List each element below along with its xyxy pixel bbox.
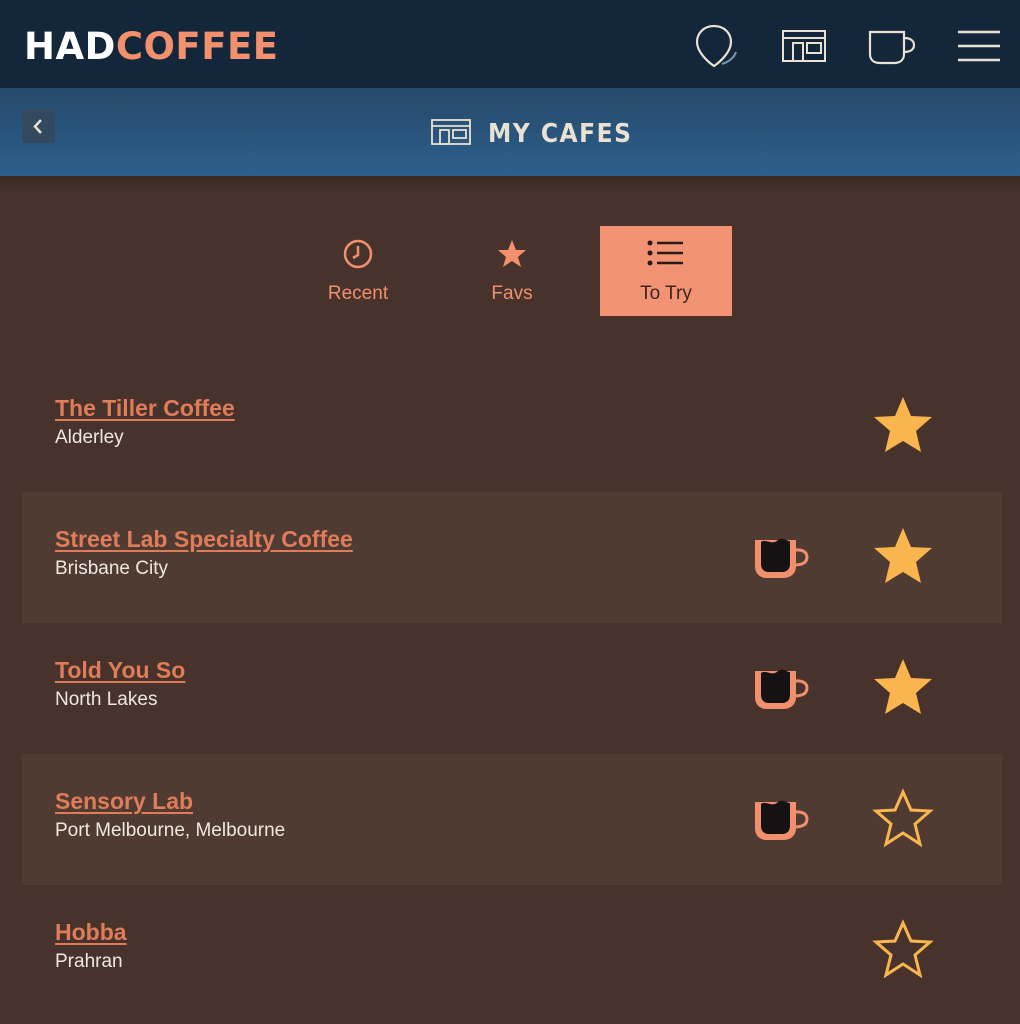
logo-text-coffee: COFFEE [115,25,279,68]
had-coffee-cup-icon[interactable] [752,667,812,716]
star-outline-icon[interactable] [872,788,934,853]
star-filled-icon[interactable] [872,526,934,591]
cafe-location: Brisbane City [55,558,168,579]
clock-icon [342,238,374,275]
app-logo[interactable]: HADCOFFEE [24,24,279,70]
cafe-name-link[interactable]: Sensory Lab [55,788,193,815]
tab-label: To Try [640,283,692,304]
star-filled-icon[interactable] [872,395,934,460]
cafe-name-link[interactable]: The Tiller Coffee [55,395,235,422]
back-button[interactable] [22,110,55,143]
list-item: Hobba Prahran [22,885,1002,1016]
tab-label: Favs [491,283,533,304]
star-filled-icon[interactable] [872,657,934,722]
star-outline-icon[interactable] [872,919,934,984]
cafe-location: Prahran [55,951,123,972]
header-shadow [0,176,1020,196]
cafe-storefront-icon [430,117,472,152]
chevron-left-icon [33,119,42,134]
cafe-storefront-icon[interactable] [780,26,828,71]
page-title-text: MY CAFES [488,119,633,149]
list-item: Told You So North Lakes [22,623,1002,754]
coffee-cup-icon[interactable] [866,26,918,71]
location-pin-icon[interactable] [692,22,740,75]
tab-label: Recent [327,283,389,304]
cafe-location: Alderley [55,427,124,448]
list-item: The Tiller Coffee Alderley [22,361,1002,492]
list-item: Sensory Lab Port Melbourne, Melbourne [22,754,1002,885]
cafe-location: Port Melbourne, Melbourne [55,820,286,841]
tab-to-try[interactable]: To Try [600,226,732,316]
cafe-name-link[interactable]: Street Lab Specialty Coffee [55,526,353,553]
cafe-name-link[interactable]: Told You So [55,657,185,684]
star-icon [496,238,528,275]
page-title: MY CAFES [430,112,632,156]
list-icon [647,238,685,273]
cafe-name-link[interactable]: Hobba [55,919,127,946]
list-item: Street Lab Specialty Coffee Brisbane Cit… [22,492,1002,623]
tab-recent[interactable]: Recent [292,226,424,316]
had-coffee-cup-icon[interactable] [752,536,812,585]
hamburger-menu-icon[interactable] [956,28,1002,69]
cafe-location: North Lakes [55,689,158,710]
had-coffee-cup-icon[interactable] [752,798,812,847]
tab-favs[interactable]: Favs [446,226,578,316]
logo-text-had: HAD [24,25,116,68]
